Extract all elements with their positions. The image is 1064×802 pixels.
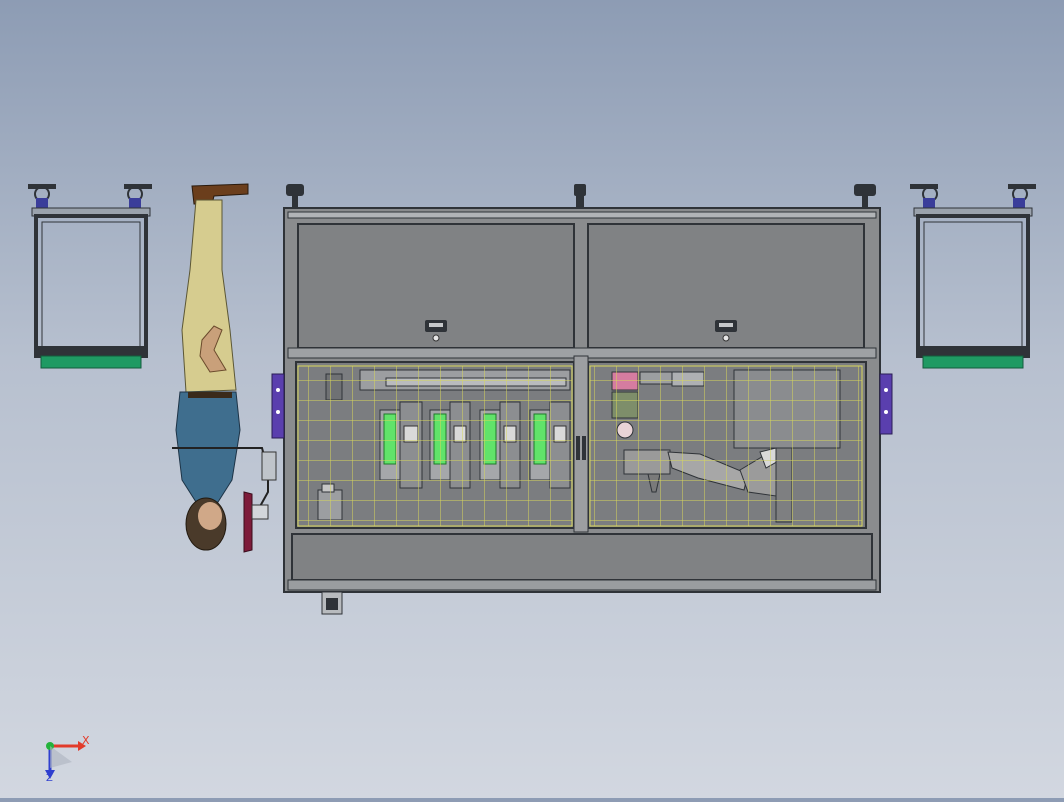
main-machine: [271, 184, 893, 615]
right-stand-caster: [910, 184, 938, 208]
operator-figure: [172, 183, 277, 553]
left-stand-caster: [28, 184, 56, 208]
foot-pedal: [243, 491, 253, 553]
lower-tray: [291, 533, 873, 581]
right-stand-caster: [1008, 184, 1036, 208]
machine-caster: [286, 184, 304, 208]
machine-caster: [574, 184, 586, 208]
left-stand-caster: [124, 184, 152, 208]
safety-grid-left: [297, 365, 573, 527]
operator-belt: [188, 392, 232, 398]
safety-grid-right: [589, 365, 863, 527]
machine-caster: [854, 184, 876, 208]
left-stand-frame: [28, 184, 152, 369]
left-hinge: [271, 373, 285, 439]
right-hinge: [879, 373, 893, 435]
cad-drawing: X Z: [28, 183, 1036, 784]
right-stand-green-base: [922, 355, 1024, 369]
cad-viewport[interactable]: X Z: [0, 0, 1064, 798]
axis-triad: X Z: [45, 734, 90, 784]
right-stand-frame: [910, 184, 1036, 369]
left-stand-green-base: [40, 355, 142, 369]
z-axis-label: Z: [46, 773, 53, 784]
x-axis-label: X: [82, 734, 90, 747]
